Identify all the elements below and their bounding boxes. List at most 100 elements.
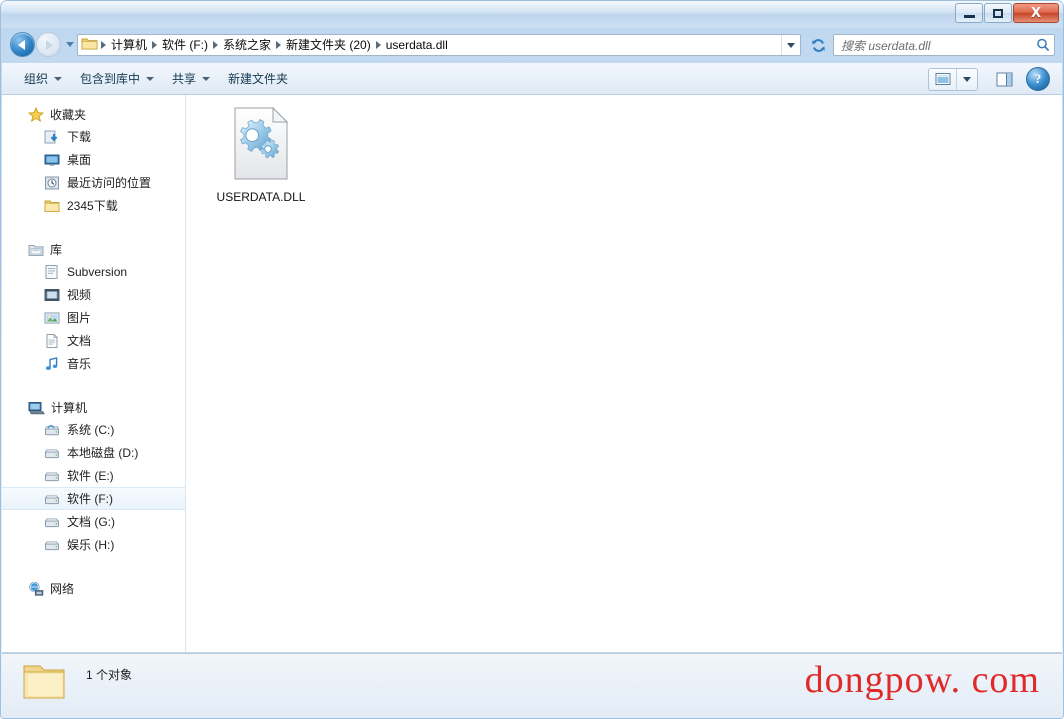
breadcrumb-item[interactable]: 系统之家 [220,35,274,55]
refresh-icon [811,38,825,52]
navigation-buttons [10,32,76,57]
sidebar-item-[interactable]: 下载 [2,125,185,148]
toolbar-item[interactable]: 包含到库中 [71,68,163,90]
chevron-down-icon [787,42,795,48]
drive-icon [44,491,60,507]
sidebar-item-label: 软件 (E:) [67,469,114,483]
preview-pane-button[interactable] [992,68,1016,91]
nav-group-header[interactable]: 库 [2,239,185,260]
address-bar[interactable]: 计算机 软件 (F:) 系统之家 新建文件夹 (20) userdata.dll [77,34,801,56]
toolbar-item-label: 共享 [172,72,197,86]
sidebar-item-h[interactable]: 娱乐 (H:) [2,533,185,556]
folder-icon [81,36,98,54]
view-dropdown-button[interactable] [956,68,977,90]
view-button-group [928,67,978,91]
sidebar-item-label: 桌面 [67,153,92,167]
nav-group-header-label: 库 [50,243,63,257]
toolbar-item-label: 新建文件夹 [228,72,289,86]
breadcrumb-separator-icon [213,41,219,49]
nav-group-header[interactable]: 收藏夹 [2,104,185,125]
breadcrumb-item[interactable]: 计算机 [108,35,150,55]
sidebar-item-[interactable]: 视频 [2,283,185,306]
breadcrumb-item[interactable]: 软件 (F:) [159,35,211,55]
sidebar-item-label: 音乐 [67,357,92,371]
toolbar-item-label: 包含到库中 [80,72,141,86]
sidebar-item-d[interactable]: 本地磁盘 (D:) [2,441,185,464]
nav-group-header-label: 收藏夹 [50,108,87,122]
sidebar-item-e[interactable]: 软件 (E:) [2,464,185,487]
nav-group-header[interactable]: 计算机 [2,397,185,418]
chevron-down-icon [963,76,971,82]
system-drive-icon [44,422,60,438]
breadcrumb-item[interactable]: 新建文件夹 (20) [283,35,374,55]
sidebar-item-2345[interactable]: 2345下载 [2,194,185,217]
toolbar-item[interactable]: 共享 [163,68,219,90]
sidebar-item-label: 最近访问的位置 [67,176,152,190]
title-bar-gloss [1,1,1063,14]
nav-group: 收藏夹下载桌面最近访问的位置 2345下载 [2,104,185,217]
music-icon [44,356,60,372]
pictures-icon [44,310,60,326]
sidebar-item-g[interactable]: 文档 (G:) [2,510,185,533]
watermark-text: dongpow. com [804,659,1040,701]
view-layout-icon [935,73,950,85]
nav-group: 计算机系统 (C:) 本地磁盘 (D:) 软件 (E:) 软件 (F:) 文档 (G:)… [2,397,185,556]
chevron-down-icon [54,76,63,81]
toolbar-item[interactable]: 组织 [15,68,71,90]
maximize-icon [993,8,1003,18]
close-icon: X [1030,5,1042,21]
file-list-pane[interactable]: USERDATA.DLL [186,95,1062,653]
breadcrumb-separator-icon [375,41,381,49]
star-icon [28,106,44,123]
file-item[interactable]: USERDATA.DLL [208,107,314,204]
forward-arrow-icon [46,39,53,50]
nav-group-header-label: 计算机 [51,401,88,415]
sidebar-item-label: 文档 (G:) [67,515,115,529]
back-button[interactable] [10,32,35,57]
library-icon [28,242,44,258]
sidebar-item-label: Subversion [67,264,128,279]
sidebar-item-label: 娱乐 (H:) [67,538,115,552]
search-box[interactable]: 搜索 userdata.dll [833,34,1055,56]
sidebar-item-[interactable]: 文档 [2,329,185,352]
help-button[interactable]: ? [1026,67,1050,91]
nav-group-gap [2,217,185,239]
sidebar-item-[interactable]: 图片 [2,306,185,329]
forward-button[interactable] [36,32,61,57]
documents-icon [44,333,60,349]
content-area: 收藏夹下载桌面最近访问的位置 2345下载库 Subversion 视频图片文档音乐计… [2,95,1062,653]
nav-group-header-label: 网络 [50,582,75,596]
recent-places-icon [44,175,60,191]
chevron-down-icon [202,76,211,81]
maximize-button[interactable] [984,3,1012,23]
change-view-button[interactable] [929,69,956,90]
nav-group-header[interactable]: 网络 [2,578,185,599]
address-row: 计算机 软件 (F:) 系统之家 新建文件夹 (20) userdata.dll 搜索 … [1,29,1063,62]
sidebar-item-subversion[interactable]: Subversion [2,260,185,283]
toolbar-item-label: 组织 [24,72,49,86]
breadcrumb-separator-icon [101,41,106,49]
toolbar-item[interactable]: 新建文件夹 [219,68,297,90]
refresh-button[interactable] [807,34,829,56]
breadcrumb-item[interactable]: userdata.dll [383,35,451,55]
recent-pages-button[interactable] [64,42,76,47]
downloads-icon [44,129,60,145]
sidebar-item-c[interactable]: 系统 (C:) [2,418,185,441]
sidebar-item-f[interactable]: 软件 (F:) [2,487,185,510]
breadcrumb-separator-icon [152,41,158,49]
sidebar-item-[interactable]: 最近访问的位置 [2,171,185,194]
network-icon [28,581,44,597]
sidebar-item-[interactable]: 桌面 [2,148,185,171]
nav-group-gap [2,375,185,397]
minimize-button[interactable] [955,3,983,23]
address-dropdown-button[interactable] [781,35,800,55]
nav-group: 库 Subversion 视频图片文档音乐 [2,239,185,375]
status-bar: 1 个对象 dongpow. com [2,653,1062,718]
back-arrow-icon [18,39,25,50]
nav-group-gap [2,556,185,578]
sidebar-item-[interactable]: 音乐 [2,352,185,375]
search-input[interactable]: 搜索 userdata.dll [834,37,1032,54]
computer-icon [28,400,45,416]
sidebar-item-label: 图片 [67,311,92,325]
close-button[interactable]: X [1013,3,1059,23]
